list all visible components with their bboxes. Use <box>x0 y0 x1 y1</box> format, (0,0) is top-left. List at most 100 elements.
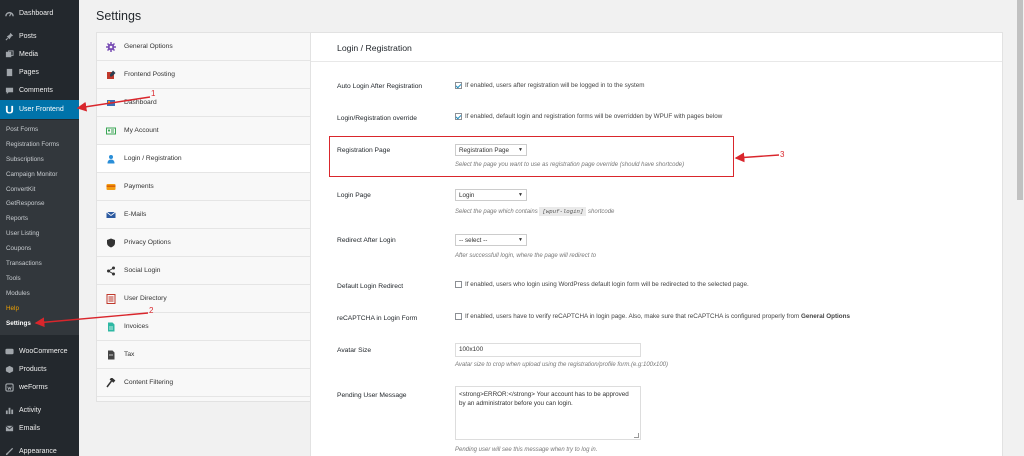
caret-down-icon: ▼ <box>518 237 523 243</box>
auto-login-checkbox[interactable] <box>455 82 462 89</box>
menu-dashboard[interactable]: Dashboard <box>0 4 79 22</box>
submenu-transactions[interactable]: Transactions <box>6 260 42 267</box>
menu-woocommerce[interactable]: WooCommerce <box>0 342 79 360</box>
submenu-user-listing[interactable]: User Listing <box>6 230 39 237</box>
submenu <box>0 120 79 335</box>
tab-content-filtering[interactable]: Content Filtering <box>97 369 311 397</box>
tab-label: Tax <box>124 351 135 358</box>
shortcode: [wpuf-login] <box>539 207 587 216</box>
menu-label: Dashboard <box>19 9 54 17</box>
pending-message-textarea[interactable]: <strong>ERROR:</strong> Your account has… <box>455 386 641 440</box>
page-title: Settings <box>96 9 142 23</box>
menu-posts[interactable]: Posts <box>0 27 79 45</box>
tab-my-account[interactable]: My Account <box>97 117 311 145</box>
submenu-reports[interactable]: Reports <box>6 215 28 222</box>
avatar-size-input[interactable]: 100x100 <box>455 343 641 357</box>
user-icon <box>106 154 116 164</box>
textarea-value: <strong>ERROR:</strong> Your account has… <box>459 391 629 407</box>
wpuf-icon <box>5 105 14 114</box>
resize-handle-icon[interactable] <box>634 433 639 438</box>
submenu-getresponse[interactable]: GetResponse <box>6 200 45 207</box>
menu-user-frontend[interactable]: User Frontend <box>0 100 79 119</box>
pin-icon <box>5 32 14 41</box>
submenu-convertkit[interactable]: ConvertKit <box>6 186 35 193</box>
menu-label: Comments <box>19 86 53 94</box>
registration-page-highlight <box>329 136 734 177</box>
submenu-subscriptions[interactable]: Subscriptions <box>6 156 44 163</box>
menu-emails[interactable]: Emails <box>0 419 79 437</box>
submenu-campaign-monitor[interactable]: Campaign Monitor <box>6 171 57 178</box>
auto-login-text: If enabled, users after registration wil… <box>465 82 645 89</box>
tab-frontend-posting[interactable]: Frontend Posting <box>97 61 311 89</box>
payments-icon <box>106 182 116 192</box>
tab-tax[interactable]: Tax <box>97 341 311 369</box>
submenu-help[interactable]: Help <box>6 305 19 312</box>
submenu-settings[interactable]: Settings <box>6 320 31 327</box>
email-icon <box>106 210 116 220</box>
redirect-desc: After successfull login, where the page … <box>455 253 597 259</box>
tab-label: User Directory <box>124 295 167 302</box>
menu-weforms[interactable]: weForms <box>0 378 79 396</box>
media-icon <box>5 49 14 59</box>
login-page-select[interactable]: Login ▼ <box>455 189 527 201</box>
account-icon <box>106 126 116 136</box>
admin-sidebar: Dashboard Posts Media Pages Comments Use… <box>0 0 79 456</box>
email-icon <box>5 424 14 433</box>
submenu-coupons[interactable]: Coupons <box>6 245 31 252</box>
menu-appearance[interactable]: Appearance <box>0 442 79 456</box>
tax-icon <box>106 350 116 360</box>
menu-pages[interactable]: Pages <box>0 63 79 81</box>
override-checkbox[interactable] <box>455 113 462 120</box>
recaptcha-checkbox[interactable] <box>455 313 462 320</box>
submenu-tools[interactable]: Tools <box>6 275 21 282</box>
tab-general-options[interactable]: General Options <box>97 33 311 61</box>
appearance-icon <box>5 447 14 456</box>
weforms-icon <box>5 382 14 392</box>
gear-icon <box>106 41 116 52</box>
submenu-post-forms[interactable]: Post Forms <box>6 126 38 133</box>
tab-invoices[interactable]: Invoices <box>97 313 311 341</box>
menu-label: WooCommerce <box>19 347 68 355</box>
dashboard-icon <box>106 98 116 108</box>
select-value: Login <box>459 191 475 199</box>
redirect-label: Redirect After Login <box>337 237 396 244</box>
tab-payments[interactable]: Payments <box>97 173 311 201</box>
menu-media[interactable]: Media <box>0 45 79 63</box>
default-redirect-checkbox[interactable] <box>455 281 462 288</box>
menu-label: Pages <box>19 68 39 76</box>
tab-privacy-options[interactable]: Privacy Options <box>97 229 311 257</box>
menu-comments[interactable]: Comments <box>0 81 79 99</box>
caret-down-icon: ▼ <box>518 192 523 198</box>
redirect-select[interactable]: -- select -- ▼ <box>455 234 527 246</box>
settings-tabs: General Options Frontend Posting Dashboa… <box>96 32 311 402</box>
scrollbar-thumb[interactable] <box>1017 0 1023 200</box>
pending-message-desc: Pending user will see this message when … <box>455 447 598 453</box>
auto-login-label: Auto Login After Registration <box>337 83 423 90</box>
submenu-registration-forms[interactable]: Registration Forms <box>6 141 59 148</box>
tab-label: Content Filtering <box>124 379 174 386</box>
tab-label: Dashboard <box>124 99 157 106</box>
tab-social-login[interactable]: Social Login <box>97 257 311 285</box>
woocommerce-icon <box>5 347 14 356</box>
invoice-icon <box>106 322 116 332</box>
panel-title: Login / Registration <box>337 43 412 53</box>
comments-icon <box>5 86 14 95</box>
default-redirect-text: If enabled, users who login using WordPr… <box>465 281 749 288</box>
tab-emails[interactable]: E-Mails <box>97 201 311 229</box>
annotation-number-1: 1 <box>151 89 156 98</box>
submenu-modules[interactable]: Modules <box>6 290 30 297</box>
override-text: If enabled, default login and registrati… <box>465 113 723 120</box>
general-options-link[interactable]: General Options <box>801 313 850 320</box>
tab-dashboard[interactable]: Dashboard <box>97 89 311 117</box>
tab-login-registration[interactable]: Login / Registration <box>97 145 311 173</box>
desc-prefix: Select the page which contains <box>455 209 538 215</box>
avatar-size-label: Avatar Size <box>337 347 372 354</box>
menu-products[interactable]: Products <box>0 360 79 378</box>
menu-label: Posts <box>19 32 37 40</box>
pending-message-label: Pending User Message <box>337 392 407 399</box>
tab-label: My Account <box>124 127 159 134</box>
override-label: Login/Registration override <box>337 115 417 122</box>
edit-icon <box>106 70 116 80</box>
tab-user-directory[interactable]: User Directory <box>97 285 311 313</box>
menu-activity[interactable]: Activity <box>0 401 79 419</box>
